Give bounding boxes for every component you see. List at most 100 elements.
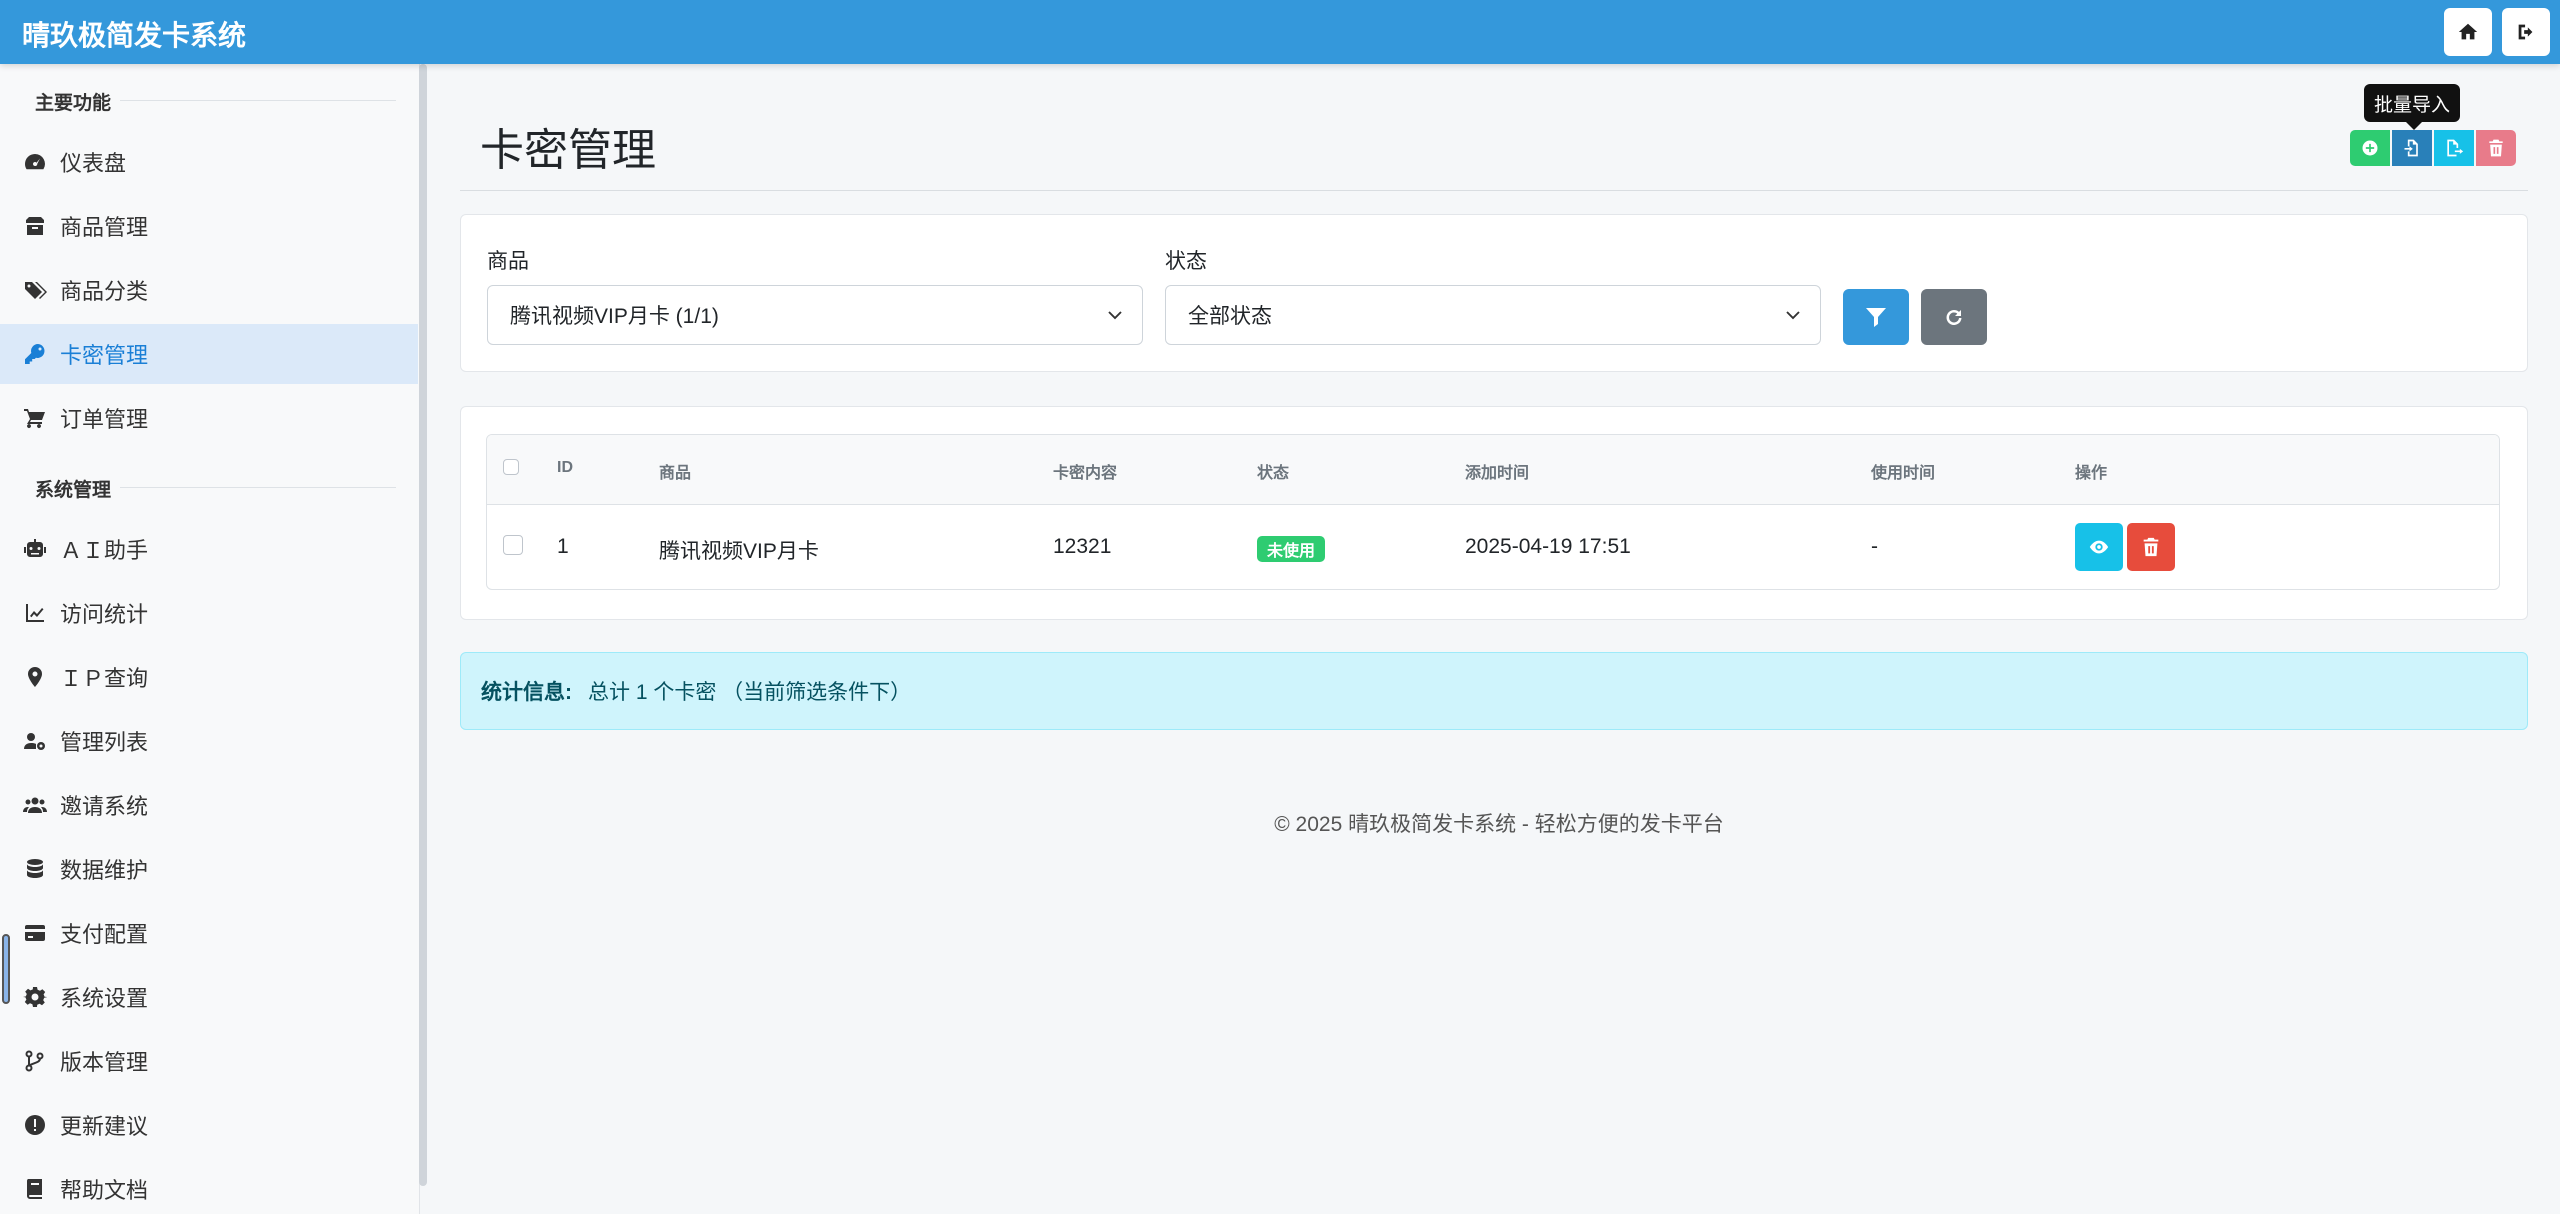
refresh-icon bbox=[1946, 310, 1962, 326]
sidebar-item-ip[interactable]: ＩＰ查询 bbox=[0, 647, 418, 707]
sidebar-item-label: ＩＰ查询 bbox=[60, 666, 149, 691]
cell-added-time: 2025-04-19 17:51 bbox=[1465, 535, 1631, 558]
product-select[interactable]: 腾讯视频VIP月卡 (1/1) bbox=[487, 285, 1143, 345]
home-button[interactable] bbox=[2444, 8, 2492, 56]
column-header-status[interactable]: 状态 bbox=[1257, 459, 1289, 483]
sidebar-item-data[interactable]: 数据维护 bbox=[0, 839, 418, 899]
sidebar-item-admins[interactable]: 管理列表 bbox=[0, 711, 418, 771]
status-select-value: 全部状态 bbox=[1188, 305, 1272, 328]
cart-icon bbox=[22, 405, 48, 431]
sidebar-item-label: 商品分类 bbox=[60, 279, 149, 304]
sidebar-scrollbar[interactable] bbox=[419, 64, 427, 1186]
users-cog-icon bbox=[22, 728, 48, 754]
view-button[interactable] bbox=[2075, 523, 2123, 571]
export-button[interactable] bbox=[2434, 130, 2474, 166]
stats-alert: 统计信息: 总计 1 个卡密 （当前筛选条件下） bbox=[460, 652, 2528, 730]
trash-icon bbox=[2489, 139, 2503, 157]
footer-text: © 2025 晴玖极简发卡系统 - 轻松方便的发卡平台 bbox=[1274, 813, 1724, 836]
dashboard-icon bbox=[22, 149, 48, 175]
column-header-added[interactable]: 添加时间 bbox=[1465, 459, 1529, 483]
sidebar-item-cards[interactable]: 卡密管理 bbox=[0, 324, 418, 384]
database-icon bbox=[22, 856, 48, 882]
batch-import-button[interactable] bbox=[2392, 130, 2432, 166]
sidebar-item-label: 商品管理 bbox=[60, 215, 149, 240]
plus-circle-icon bbox=[2362, 140, 2378, 156]
sidebar-item-products[interactable]: 商品管理 bbox=[0, 196, 418, 256]
sidebar-item-payment[interactable]: 支付配置 bbox=[0, 903, 418, 963]
status-filter-label: 状态 bbox=[1165, 250, 1207, 273]
cell-content: 12321 bbox=[1053, 535, 1112, 558]
select-all-checkbox[interactable] bbox=[503, 459, 519, 475]
chevron-down-icon bbox=[1108, 311, 1122, 320]
map-pin-icon bbox=[22, 664, 48, 690]
filter-icon bbox=[1866, 308, 1886, 327]
product-select-value: 腾讯视频VIP月卡 (1/1) bbox=[510, 305, 719, 328]
footer: © 2025 晴玖极简发卡系统 - 轻松方便的发卡平台 bbox=[0, 808, 2560, 838]
logout-button[interactable] bbox=[2502, 8, 2550, 56]
branch-icon bbox=[22, 1048, 48, 1074]
sidebar-item-help[interactable]: 帮助文档 bbox=[0, 1159, 418, 1214]
sidebar-item-label: 管理列表 bbox=[60, 730, 149, 755]
cell-used-time: - bbox=[1871, 535, 1878, 558]
status-badge: 未使用 bbox=[1257, 536, 1326, 562]
cards-table: ID 商品 卡密内容 状态 添加时间 使用时间 操作 1 腾讯视频VIP月卡 1… bbox=[486, 434, 2500, 590]
column-header-used[interactable]: 使用时间 bbox=[1871, 459, 1935, 483]
tooltip: 批量导入 bbox=[2364, 84, 2460, 130]
page-title: 卡密管理 bbox=[480, 126, 656, 175]
sidebar-item-versions[interactable]: 版本管理 bbox=[0, 1031, 418, 1091]
column-header-id[interactable]: ID bbox=[557, 459, 573, 477]
sidebar: 主要功能 仪表盘 商品管理 商品分类 卡密管理 订单管理 系统管理 ＡＩ助手 访… bbox=[0, 64, 420, 1214]
key-icon bbox=[22, 341, 48, 367]
sidebar-item-label: 仪表盘 bbox=[60, 151, 127, 176]
column-header-content[interactable]: 卡密内容 bbox=[1053, 459, 1117, 483]
sidebar-item-label: 订单管理 bbox=[60, 407, 149, 432]
divider bbox=[120, 100, 396, 101]
trash-icon bbox=[2143, 537, 2159, 557]
sidebar-item-label: 帮助文档 bbox=[60, 1178, 149, 1203]
sidebar-item-suggestions[interactable]: 更新建议 bbox=[0, 1095, 418, 1155]
stats-label: 统计信息: bbox=[481, 681, 572, 704]
add-card-button[interactable] bbox=[2350, 130, 2390, 166]
divider bbox=[460, 190, 2528, 191]
section-title-main: 主要功能 bbox=[35, 93, 112, 114]
cell-product: 腾讯视频VIP月卡 bbox=[659, 540, 819, 563]
chart-line-icon bbox=[22, 600, 48, 626]
divider bbox=[120, 487, 396, 488]
sidebar-item-label: 更新建议 bbox=[60, 1114, 149, 1139]
file-import-icon bbox=[2404, 139, 2418, 157]
brand-title[interactable]: 晴玖极简发卡系统 bbox=[22, 14, 246, 54]
sidebar-item-label: 访问统计 bbox=[60, 602, 149, 627]
sidebar-item-label: 系统设置 bbox=[60, 986, 149, 1011]
product-filter-label: 商品 bbox=[487, 250, 529, 273]
logout-icon bbox=[2518, 24, 2533, 40]
sidebar-item-label: 支付配置 bbox=[60, 922, 149, 947]
sidebar-item-orders[interactable]: 订单管理 bbox=[0, 388, 418, 448]
sidebar-item-categories[interactable]: 商品分类 bbox=[0, 260, 418, 320]
reset-button[interactable] bbox=[1921, 289, 1987, 345]
stats-text: 总计 1 个卡密 （当前筛选条件下） bbox=[588, 681, 912, 704]
page-scroll-thumb[interactable] bbox=[2, 934, 10, 1004]
sidebar-item-label: 数据维护 bbox=[60, 858, 149, 883]
book-icon bbox=[22, 1176, 48, 1202]
column-header-product[interactable]: 商品 bbox=[659, 459, 691, 483]
filter-button[interactable] bbox=[1843, 289, 1909, 345]
table-header: ID 商品 卡密内容 状态 添加时间 使用时间 操作 bbox=[487, 435, 2499, 505]
sidebar-item-dashboard[interactable]: 仪表盘 bbox=[0, 132, 418, 192]
sidebar-item-stats[interactable]: 访问统计 bbox=[0, 583, 418, 643]
section-title-system: 系统管理 bbox=[35, 480, 112, 501]
eye-icon bbox=[2089, 540, 2109, 554]
row-checkbox[interactable] bbox=[503, 535, 523, 555]
home-icon bbox=[2458, 23, 2478, 40]
exclamation-icon bbox=[22, 1112, 48, 1138]
sidebar-item-ai[interactable]: ＡＩ助手 bbox=[0, 519, 418, 579]
delete-button[interactable] bbox=[2127, 523, 2175, 571]
batch-delete-button[interactable] bbox=[2476, 130, 2516, 166]
cell-id: 1 bbox=[557, 535, 569, 558]
sidebar-item-settings[interactable]: 系统设置 bbox=[0, 967, 418, 1027]
top-navbar: 晴玖极简发卡系统 bbox=[0, 0, 2560, 64]
column-header-actions: 操作 bbox=[2075, 465, 2108, 482]
filter-card: 商品 腾讯视频VIP月卡 (1/1) 状态 全部状态 bbox=[460, 214, 2528, 372]
tags-icon bbox=[22, 277, 48, 303]
status-select[interactable]: 全部状态 bbox=[1165, 285, 1821, 345]
sidebar-item-label: 版本管理 bbox=[60, 1050, 149, 1075]
